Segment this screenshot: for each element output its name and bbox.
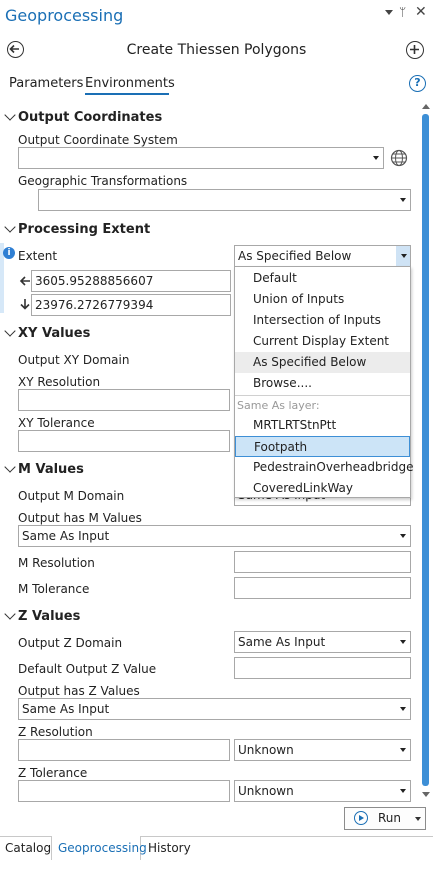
- dropdown-item-intersection[interactable]: Intersection of Inputs: [235, 310, 410, 331]
- scroll-down-icon[interactable]: [422, 792, 430, 797]
- chevron-down-icon[interactable]: [4, 608, 16, 620]
- chevron-down-icon[interactable]: [4, 109, 16, 121]
- bottom-tab-history[interactable]: History: [148, 841, 191, 855]
- tab-parameters[interactable]: Parameters: [9, 76, 83, 91]
- help-icon[interactable]: ?: [409, 75, 426, 92]
- globe-icon[interactable]: [390, 149, 408, 167]
- play-icon: [354, 811, 368, 825]
- dropdown-item-current-display[interactable]: Current Display Extent: [235, 331, 410, 352]
- ocs-label: Output Coordinate System: [18, 133, 178, 147]
- dropdown-layer-coveredlinkway[interactable]: CoveredLinkWay: [235, 478, 410, 499]
- dropdown-layer-mrtlrt[interactable]: MRTLRTStnPtt: [235, 415, 410, 436]
- chevron-down-icon[interactable]: [4, 221, 16, 233]
- section-title: XY Values: [18, 326, 91, 341]
- chevron-down-icon: [400, 707, 406, 711]
- section-title: M Values: [18, 462, 84, 477]
- z-resolution-input[interactable]: [18, 739, 230, 761]
- dropdown-layer-footpath[interactable]: Footpath: [235, 436, 410, 457]
- chevron-down-icon: [400, 640, 406, 644]
- info-icon: i: [3, 247, 15, 259]
- scroll-up-icon[interactable]: [422, 104, 430, 109]
- chevron-down-icon: [400, 789, 406, 793]
- extent-bottom-input[interactable]: 23976.2726779394: [31, 294, 231, 316]
- z-has-label: Output has Z Values: [18, 684, 140, 698]
- chevron-down-icon[interactable]: [4, 325, 16, 337]
- run-options-icon[interactable]: [415, 817, 421, 821]
- z-tolerance-unit-select[interactable]: Unknown: [234, 780, 411, 802]
- bottom-tab-catalog[interactable]: Catalog: [5, 841, 51, 855]
- extent-label: Extent: [18, 249, 58, 263]
- bottom-tab-geoprocessing[interactable]: Geoprocessing: [51, 836, 147, 860]
- pane-menu-icon[interactable]: [385, 10, 393, 15]
- xy-domain-label: Output XY Domain: [18, 353, 130, 367]
- z-domain-select[interactable]: Same As Input: [234, 631, 411, 653]
- bottom-tab-geoprocessing-label: Geoprocessing: [58, 841, 147, 855]
- geo-transformations-label: Geographic Transformations: [18, 174, 188, 188]
- extent-select[interactable]: As Specified Below: [234, 245, 411, 267]
- xy-resolution-input[interactable]: [18, 389, 230, 411]
- m-domain-label: Output M Domain: [18, 489, 125, 503]
- dropdown-layer-pedestrain[interactable]: PedestrainOverheadbridge: [235, 457, 414, 478]
- xy-tolerance-input[interactable]: [18, 430, 230, 452]
- z-tolerance-input[interactable]: [18, 780, 230, 802]
- arrow-down-icon: [20, 299, 30, 310]
- m-resolution-input[interactable]: [234, 551, 411, 573]
- arrow-left-icon: [19, 276, 30, 286]
- tab-active-underline: [85, 93, 169, 95]
- dropdown-divider: [235, 395, 410, 396]
- z-default-label: Default Output Z Value: [18, 662, 157, 676]
- chevron-down-icon: [400, 534, 406, 538]
- z-resolution-unit-select[interactable]: Unknown: [234, 739, 411, 761]
- xy-resolution-label: XY Resolution: [18, 375, 101, 389]
- m-tolerance-label: M Tolerance: [18, 582, 90, 596]
- z-has-select[interactable]: Same As Input: [18, 698, 411, 720]
- chevron-down-icon: [400, 748, 406, 752]
- m-resolution-label: M Resolution: [18, 556, 95, 570]
- geo-transformations-select[interactable]: [38, 189, 411, 211]
- add-button[interactable]: [406, 41, 424, 59]
- z-tolerance-label: Z Tolerance: [18, 766, 88, 780]
- run-button[interactable]: Run: [344, 807, 426, 830]
- section-title: Z Values: [18, 609, 81, 624]
- m-tolerance-input[interactable]: [234, 577, 411, 599]
- extent-left-input[interactable]: 3605.95288856607: [31, 270, 231, 292]
- dropdown-item-browse[interactable]: Browse....: [235, 373, 410, 394]
- dropdown-item-as-specified[interactable]: As Specified Below: [235, 352, 410, 373]
- tool-title: Create Thiessen Polygons: [126, 42, 307, 58]
- m-has-select[interactable]: Same As Input: [18, 525, 411, 547]
- xy-tolerance-label: XY Tolerance: [18, 416, 95, 430]
- dropdown-item-default[interactable]: Default: [235, 268, 410, 289]
- dropdown-item-union[interactable]: Union of Inputs: [235, 289, 410, 310]
- m-has-label: Output has M Values: [18, 511, 142, 525]
- z-domain-label: Output Z Domain: [18, 636, 123, 650]
- chevron-down-icon: [401, 254, 407, 258]
- section-title: Processing Extent: [18, 222, 151, 237]
- ocs-select[interactable]: [18, 147, 384, 169]
- z-default-input[interactable]: [234, 657, 411, 679]
- plus-icon: [410, 45, 419, 54]
- pane-title: Geoprocessing: [5, 6, 124, 25]
- run-label: Run: [378, 811, 402, 825]
- dropdown-button[interactable]: [396, 246, 410, 266]
- scrollbar[interactable]: [421, 100, 431, 805]
- chevron-down-icon[interactable]: [4, 461, 16, 473]
- chevron-down-icon: [373, 156, 379, 160]
- z-resolution-label: Z Resolution: [18, 725, 93, 739]
- scroll-thumb[interactable]: [422, 114, 429, 786]
- close-icon[interactable]: ✕: [415, 4, 427, 20]
- tab-environments[interactable]: Environments: [85, 76, 175, 91]
- section-title: Output Coordinates: [18, 110, 163, 125]
- pin-icon[interactable]: ᛘ: [399, 5, 406, 19]
- extent-dropdown-list: Default Union of Inputs Intersection of …: [234, 266, 414, 499]
- dropdown-group-label: Same As layer:: [237, 399, 320, 412]
- chevron-down-icon: [400, 198, 406, 202]
